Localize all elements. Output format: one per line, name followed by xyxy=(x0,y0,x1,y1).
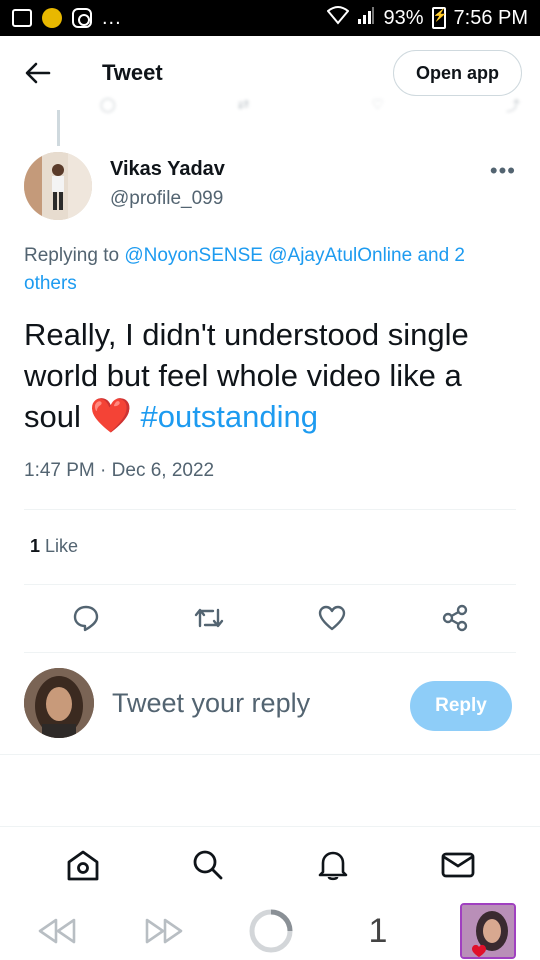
divider xyxy=(24,509,516,510)
replying-prefix: Replying to xyxy=(24,245,120,266)
bottom-navigation xyxy=(0,826,540,902)
heart-icon xyxy=(318,605,345,631)
browser-toolbar: 1 xyxy=(0,902,540,960)
like-count-number: 1 xyxy=(30,536,41,556)
notifications-icon xyxy=(318,851,347,880)
retweet-icon xyxy=(194,608,223,628)
divider xyxy=(0,754,540,755)
current-user-avatar[interactable] xyxy=(24,668,94,738)
nav-search[interactable] xyxy=(184,841,232,889)
retweet-button[interactable] xyxy=(187,596,231,640)
replying-to: Replying to @NoyonSENSE @AjayAtulOnline … xyxy=(24,242,516,298)
arrow-left-icon xyxy=(25,62,51,84)
loading-spinner-icon xyxy=(249,909,293,953)
reply-submit-button[interactable]: Reply xyxy=(410,681,512,731)
hashtag-link[interactable]: #outstanding xyxy=(140,399,318,434)
status-bar: ... 93% 7:56 PM xyxy=(0,0,540,36)
reply-icon-faded: ◯ xyxy=(100,96,116,112)
open-app-button[interactable]: Open app xyxy=(392,50,522,96)
gallery-notification-icon xyxy=(12,9,32,27)
search-icon xyxy=(193,850,222,879)
reply-composer: Tweet your reply Reply xyxy=(24,668,516,740)
home-icon xyxy=(67,850,98,880)
browser-back-button[interactable] xyxy=(32,906,82,956)
meta-separator: · xyxy=(100,460,107,481)
thread-connector-line xyxy=(57,110,60,146)
divider xyxy=(24,584,516,585)
fast-forward-icon xyxy=(145,918,183,944)
mention-link-2[interactable]: @AjayAtulOnline xyxy=(268,245,412,266)
like-button[interactable] xyxy=(310,596,354,640)
author-handle[interactable]: @profile_099 xyxy=(110,188,223,210)
tweet-timestamp[interactable]: 1:47 PM · Dec 6, 2022 xyxy=(24,460,214,482)
share-button[interactable] xyxy=(433,596,477,640)
like-icon-faded: ♡ xyxy=(371,96,384,112)
page-title: Tweet xyxy=(102,60,163,85)
nav-messages[interactable] xyxy=(434,841,482,889)
instagram-notification-icon xyxy=(72,8,92,28)
like-count-label: Like xyxy=(45,536,79,556)
tweet-author: Vikas Yadav @profile_099 ••• xyxy=(24,152,516,222)
retweet-icon-faded: ⇄ xyxy=(237,96,250,112)
rewind-icon xyxy=(38,918,76,944)
browser-loading-button[interactable] xyxy=(246,906,296,956)
tweet-body: Really, I didn't understood single world… xyxy=(24,314,516,437)
battery-charging-icon xyxy=(431,7,447,29)
clock: 7:56 PM xyxy=(453,6,528,29)
wifi-icon xyxy=(327,5,350,31)
share-icon-faded: ⤴ xyxy=(505,98,520,114)
nav-home[interactable] xyxy=(59,841,107,889)
signal-icon xyxy=(357,6,375,30)
nav-notifications[interactable] xyxy=(309,841,357,889)
mention-link-1[interactable]: @NoyonSENSE xyxy=(124,245,263,266)
divider xyxy=(24,652,516,653)
author-name[interactable]: Vikas Yadav xyxy=(110,158,225,181)
tweet-time: 1:47 PM xyxy=(24,460,95,481)
battery-percent: 93% xyxy=(383,6,424,29)
share-icon xyxy=(442,604,467,632)
tab-preview-thumbnail[interactable] xyxy=(460,903,516,959)
tab-count[interactable]: 1 xyxy=(353,906,403,956)
messages-icon xyxy=(441,852,474,877)
reply-input[interactable]: Tweet your reply xyxy=(112,688,310,719)
tweet-date: Dec 6, 2022 xyxy=(111,460,215,481)
browser-forward-button[interactable] xyxy=(139,906,189,956)
tweet-action-bar xyxy=(24,596,516,640)
reply-button[interactable] xyxy=(64,596,108,640)
reply-icon xyxy=(73,605,98,632)
more-options-button[interactable]: ••• xyxy=(490,158,516,184)
back-button[interactable] xyxy=(18,53,58,93)
author-avatar[interactable] xyxy=(24,152,92,220)
app-notification-icon xyxy=(42,8,62,28)
previous-tweet-actions-faded: ◯ ⇄ ♡ ⤴ xyxy=(100,96,520,116)
likes-count[interactable]: 1 Like xyxy=(30,536,78,557)
heart-emoji: ❤️ xyxy=(89,397,132,435)
more-notifications: ... xyxy=(102,6,122,29)
